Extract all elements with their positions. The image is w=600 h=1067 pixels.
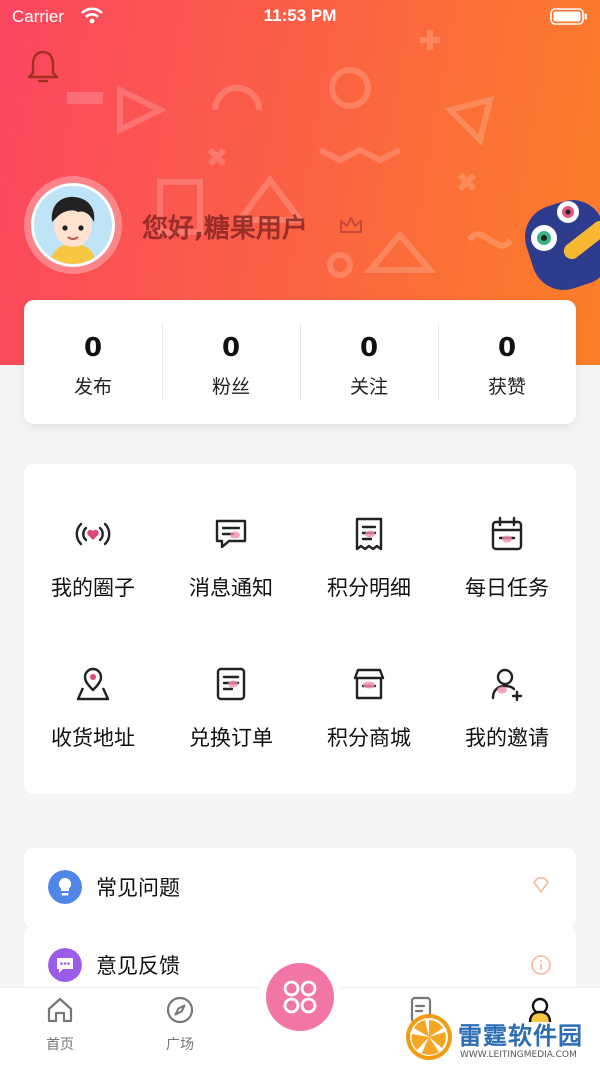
user-greeting: 您好,糖果用户 xyxy=(142,214,308,244)
mascot-sticker[interactable] xyxy=(520,190,600,300)
list-label: 意见反馈 xyxy=(96,954,180,978)
feedback-icon xyxy=(48,948,82,982)
feature-grid: 我的圈子 消息通知 积分明细 每日任务 收货地址 兑换订单 积分商城 我的邀请 xyxy=(24,464,576,794)
grid-label: 积分商城 xyxy=(327,726,411,750)
stat-likes[interactable]: 0 获赞 xyxy=(438,300,576,424)
grid-item-exchange-orders[interactable]: 兑换订单 xyxy=(162,664,300,794)
tab-label: 广场 xyxy=(166,1037,194,1053)
stat-value: 0 xyxy=(221,333,241,363)
bell-icon[interactable] xyxy=(26,48,60,86)
avatar[interactable] xyxy=(31,183,115,267)
stat-fans[interactable]: 0 粉丝 xyxy=(162,300,300,424)
grid-item-daily-tasks[interactable]: 每日任务 xyxy=(438,514,576,644)
compass-icon xyxy=(166,996,194,1024)
clover-icon xyxy=(283,980,317,1014)
grid-label: 积分明细 xyxy=(327,576,411,600)
battery-icon xyxy=(550,8,587,25)
grid-item-points-detail[interactable]: 积分明细 xyxy=(300,514,438,644)
invite-user-icon xyxy=(491,668,523,702)
stat-value: 0 xyxy=(497,333,517,363)
message-icon xyxy=(215,519,247,549)
calendar-icon xyxy=(491,516,523,551)
order-list-icon xyxy=(216,667,246,701)
center-publish-button[interactable] xyxy=(258,955,342,1039)
center-button-core xyxy=(266,963,334,1031)
store-icon xyxy=(353,668,385,700)
cartoon-boy-avatar xyxy=(34,186,112,264)
watermark-subtitle: WWW.LEITINGMEDIA.COM xyxy=(460,1050,577,1060)
stat-value: 0 xyxy=(359,333,379,363)
stat-value: 0 xyxy=(83,333,103,363)
watermark-title: 雷霆软件园 xyxy=(458,1022,583,1050)
tab-square[interactable]: 广场 xyxy=(145,994,215,1054)
orange-slice-logo xyxy=(406,1014,452,1060)
stat-label: 发布 xyxy=(73,376,112,398)
grid-label: 我的邀请 xyxy=(465,726,549,750)
crown-icon xyxy=(340,217,362,233)
grid-item-notifications[interactable]: 消息通知 xyxy=(162,514,300,644)
list-item-faq[interactable]: 常见问题 xyxy=(24,848,576,928)
grid-label: 每日任务 xyxy=(465,576,549,600)
stats-card: 0 发布 0 粉丝 0 关注 0 获赞 xyxy=(24,300,576,424)
tab-home[interactable]: 首页 xyxy=(25,994,95,1054)
tab-label: 首页 xyxy=(46,1037,74,1053)
bulb-icon xyxy=(48,870,82,904)
grid-label: 收货地址 xyxy=(51,726,135,750)
stat-label: 粉丝 xyxy=(211,376,250,398)
list-label: 常见问题 xyxy=(96,876,180,900)
stat-label: 获赞 xyxy=(487,376,526,398)
grid-label: 消息通知 xyxy=(189,576,273,600)
stat-label: 关注 xyxy=(349,376,388,398)
status-time: 11:53 PM xyxy=(263,6,337,25)
watermark: 雷霆软件园 WWW.LEITINGMEDIA.COM xyxy=(404,1012,600,1067)
status-bar: Carrier 11:53 PM xyxy=(0,0,600,34)
grid-item-shipping-address[interactable]: 收货地址 xyxy=(24,664,162,794)
stat-following[interactable]: 0 关注 xyxy=(300,300,438,424)
grid-item-my-circles[interactable]: 我的圈子 xyxy=(24,514,162,644)
info-icon xyxy=(531,955,551,975)
grid-item-my-invitations[interactable]: 我的邀请 xyxy=(438,664,576,794)
grid-label: 我的圈子 xyxy=(51,576,135,600)
receipt-icon xyxy=(355,517,383,551)
grid-label: 兑换订单 xyxy=(189,726,273,750)
stat-posts[interactable]: 0 发布 xyxy=(24,300,162,424)
diamond-icon xyxy=(533,877,549,893)
grid-item-points-mall[interactable]: 积分商城 xyxy=(300,664,438,794)
location-icon xyxy=(76,667,110,701)
circle-signal-icon xyxy=(75,522,111,546)
home-icon xyxy=(47,997,73,1023)
